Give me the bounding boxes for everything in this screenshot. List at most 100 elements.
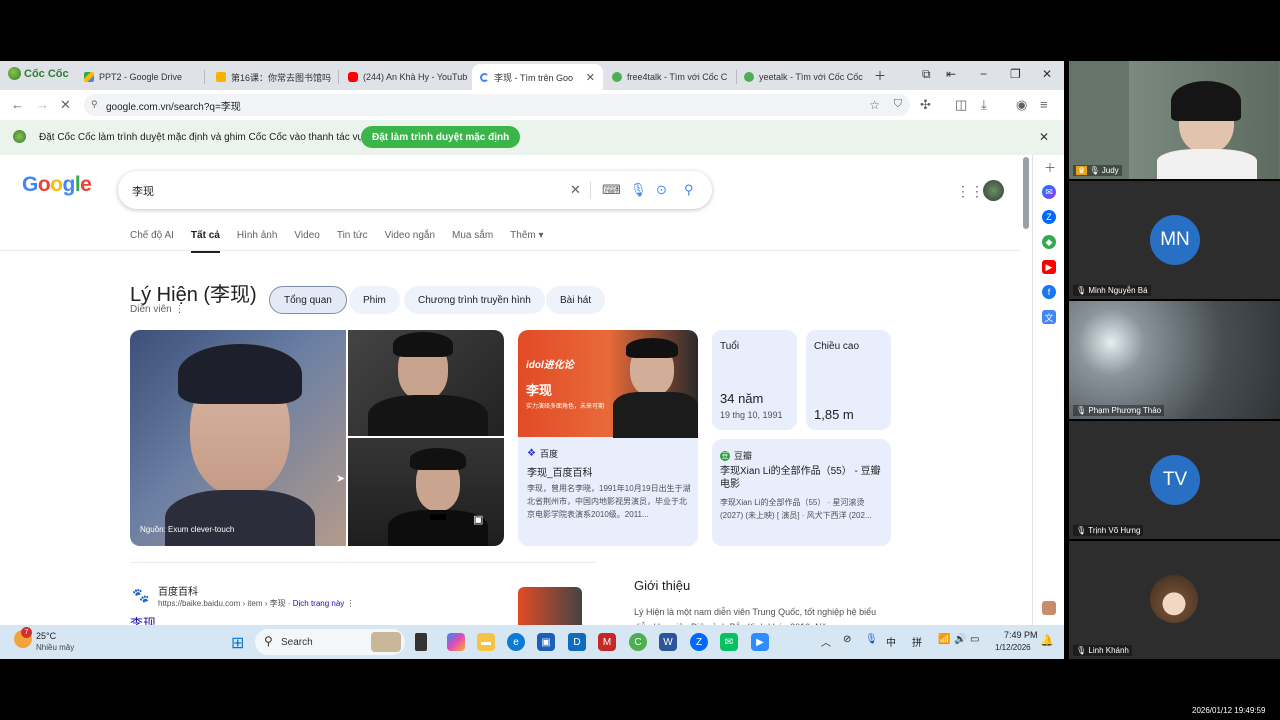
baidu-title[interactable]: 李现_百度百科: [527, 464, 593, 479]
baidu-card[interactable]: idol进化论 李现 实力演绎多面角色，未来可期 ❖ 百度 李现_百度百科 李现，…: [518, 330, 698, 546]
minimize-icon[interactable]: −: [980, 67, 987, 81]
menu-history-icon[interactable]: ⇤: [946, 67, 956, 81]
apps-grid-icon[interactable]: ⋮⋮: [956, 183, 984, 200]
taskbar-search[interactable]: ⚲ Search: [255, 629, 405, 655]
chip-songs[interactable]: Bài hát: [546, 286, 606, 314]
keyboard-icon[interactable]: ⌨: [602, 182, 621, 198]
participant-tile-mn[interactable]: MN 🎙 Minh Nguyễn Bá: [1069, 181, 1280, 299]
youtube-side-icon[interactable]: ▶: [1042, 260, 1056, 274]
close-window-icon[interactable]: ✕: [1042, 67, 1052, 81]
bookmark-star-icon[interactable]: ☆: [869, 98, 880, 112]
tab-yeetalk[interactable]: yeetalk - Tìm với Cốc Cốc: [736, 64, 866, 90]
clock-time[interactable]: 7:49 PM: [1004, 630, 1038, 640]
wifi-icon[interactable]: 📶: [938, 634, 950, 645]
profile-icon[interactable]: ◉: [1016, 97, 1027, 113]
sidebar-avatar-icon[interactable]: [1042, 601, 1056, 615]
task-view-icon[interactable]: [415, 633, 427, 651]
chip-overview[interactable]: Tổng quan: [269, 286, 347, 314]
menu-icon[interactable]: ≡: [1040, 97, 1048, 112]
mcafee-icon[interactable]: M: [598, 633, 616, 651]
result-url[interactable]: https://baike.baidu.com › item › 李现 · Dị…: [158, 598, 355, 609]
weather-temp[interactable]: 25°C: [36, 631, 56, 641]
new-tab-icon[interactable]: ＋: [874, 67, 886, 84]
word-icon[interactable]: W: [659, 633, 677, 651]
zalo-taskbar-icon[interactable]: Z: [690, 633, 708, 651]
notification-bell-icon[interactable]: 🔔: [1040, 634, 1054, 647]
back-icon[interactable]: ←: [11, 97, 24, 112]
tab-search-icon[interactable]: ⧉: [922, 67, 931, 82]
edge-icon[interactable]: e: [507, 633, 525, 651]
wechat-icon[interactable]: ✉: [720, 633, 738, 651]
store-icon[interactable]: ▣: [537, 633, 555, 651]
chip-tv-shows[interactable]: Chương trình truyền hình: [404, 286, 545, 314]
camera-off-icon[interactable]: ⊘: [843, 634, 851, 645]
search-icon[interactable]: ⚲: [684, 182, 694, 198]
clear-icon[interactable]: ✕: [570, 182, 581, 198]
tray-overflow-icon[interactable]: ︿: [821, 634, 831, 649]
file-explorer-icon[interactable]: ▬: [477, 633, 495, 651]
coccoc-tab-icon: [612, 72, 622, 82]
close-tab-icon[interactable]: ✕: [586, 71, 595, 84]
shield-icon[interactable]: ⛉: [894, 98, 902, 111]
stop-icon[interactable]: ✕: [60, 97, 71, 113]
split-view-icon[interactable]: ◫: [955, 97, 967, 113]
zoom-icon[interactable]: ▶: [751, 633, 769, 651]
participant-tile-tv[interactable]: TV 🎙 Trịnh Võ Hưng: [1069, 421, 1280, 539]
more-options-icon[interactable]: ⋮: [174, 304, 184, 315]
download-icon[interactable]: ⤓: [981, 97, 987, 113]
kp-main-photo[interactable]: Nguồn: Exum clever-touch ➤: [130, 330, 346, 546]
game-icon[interactable]: ◆: [1042, 235, 1056, 249]
volume-icon[interactable]: 🔊: [954, 634, 966, 645]
search-query[interactable]: 李现: [132, 183, 154, 199]
close-infobar-icon[interactable]: ✕: [1039, 130, 1049, 144]
tab-lesson16[interactable]: 第16课：你常去图书馆吗: [208, 64, 336, 90]
participant-tile-judy[interactable]: ♛ 🎙 Judy: [1069, 61, 1280, 179]
add-sidebar-icon[interactable]: ＋: [1044, 159, 1056, 176]
extensions-icon[interactable]: ✣: [920, 97, 931, 113]
translate-link[interactable]: Dịch trang này: [293, 599, 345, 608]
coccoc-taskbar-icon[interactable]: C: [629, 633, 647, 651]
copilot-icon[interactable]: [447, 633, 465, 651]
douban-title[interactable]: 李现Xian Li的全部作品（55） - 豆瓣电影: [720, 465, 886, 491]
weather-desc[interactable]: Nhiều mây: [36, 643, 74, 652]
page-scrollbar[interactable]: [1021, 155, 1031, 659]
search-box[interactable]: 李现 ✕ ⌨ 🎙 ⊙ ⚲: [118, 171, 712, 209]
host-icon: ♛: [1076, 166, 1088, 175]
chip-movies[interactable]: Phim: [349, 286, 400, 314]
clock-date[interactable]: 1/12/2026: [995, 643, 1031, 652]
coccoc-logo[interactable]: Cốc Cốc: [8, 67, 69, 80]
dell-icon[interactable]: D: [568, 633, 586, 651]
facebook-icon[interactable]: f: [1042, 285, 1056, 299]
ime-mode[interactable]: 中: [886, 634, 896, 649]
translate-icon[interactable]: 文: [1042, 310, 1056, 324]
tab-free4talk[interactable]: free4talk - Tìm với Cốc C: [604, 64, 734, 90]
google-logo[interactable]: Google: [22, 173, 92, 197]
windows-start-icon[interactable]: ⊞: [231, 633, 244, 653]
tab-youtube[interactable]: (244) An Khả Hy - YouTub: [340, 64, 468, 90]
set-default-button[interactable]: Đặt làm trình duyệt mặc định: [361, 126, 521, 148]
mic-icon[interactable]: 🎙: [630, 182, 647, 198]
kp-photo-3[interactable]: ▣: [348, 438, 504, 546]
ime-pinyin[interactable]: 拼: [912, 634, 922, 649]
mic-tray-icon[interactable]: 🎙: [865, 634, 878, 645]
zalo-icon[interactable]: Z: [1042, 210, 1056, 224]
participant-tile-thao[interactable]: 🎙 Phạm Phương Thảo: [1069, 301, 1280, 419]
battery-icon[interactable]: ▭: [970, 634, 979, 645]
kp-photo-2[interactable]: [348, 330, 504, 436]
tab-ppt2[interactable]: PPT2 - Google Drive: [76, 64, 201, 90]
participant-tile-linh[interactable]: 🎙 Linh Khánh: [1069, 541, 1280, 659]
douban-card[interactable]: 豆豆瓣 李现Xian Li的全部作品（55） - 豆瓣电影 李现Xian Li的…: [712, 439, 891, 546]
age-card[interactable]: Tuổi 34 năm 19 thg 10, 1991: [712, 330, 797, 430]
result-menu-icon[interactable]: ⋮: [347, 599, 355, 608]
site-info-icon[interactable]: ⚲: [91, 99, 98, 110]
maximize-icon[interactable]: ❐: [1010, 67, 1021, 81]
image-gallery-icon[interactable]: ▣: [473, 513, 483, 526]
account-avatar[interactable]: [983, 180, 1004, 201]
address-bar[interactable]: ⚲ google.com.vn/search?q=李现 ☆ ⛉: [84, 94, 910, 116]
lens-icon[interactable]: ⊙: [656, 182, 667, 198]
forward-icon[interactable]: →: [36, 97, 49, 112]
tab-google-search[interactable]: 李现 - Tìm trên Goo ✕: [472, 64, 603, 90]
messenger-icon[interactable]: ✉: [1042, 185, 1056, 199]
height-card[interactable]: Chiều cao 1,85 m: [806, 330, 891, 430]
result-source[interactable]: 百度百科: [158, 583, 198, 598]
